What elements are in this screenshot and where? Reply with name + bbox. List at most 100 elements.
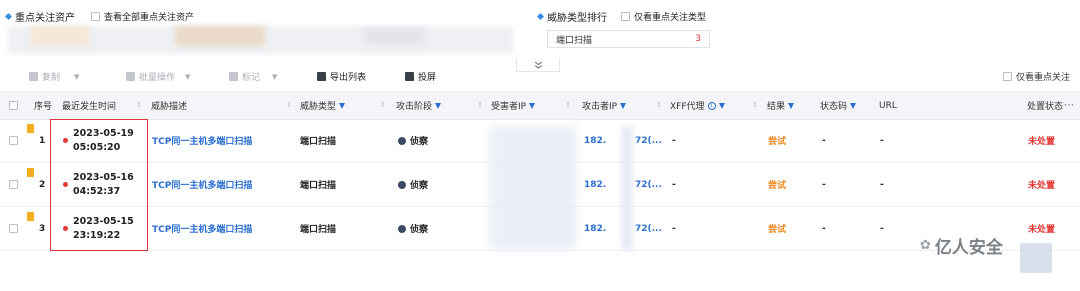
only-focus-types-checkbox[interactable] xyxy=(621,12,630,21)
only-focus-label: 仅看重点关注 xyxy=(1016,73,1071,83)
filter-icon[interactable] xyxy=(435,102,442,109)
watermark-text: 亿人安全 xyxy=(934,238,1003,258)
col-time-sorter[interactable]: ⇕ xyxy=(136,92,142,119)
row-checkbox[interactable] xyxy=(9,136,18,145)
tag-button[interactable]: 标记 ▼ xyxy=(229,70,277,83)
filter-icon[interactable] xyxy=(788,102,795,109)
filter-icon[interactable] xyxy=(529,102,536,109)
col-handle: 处置状态 xyxy=(1027,92,1063,119)
row-checkbox[interactable] xyxy=(9,180,18,189)
blurred-asset-2 xyxy=(175,26,265,46)
focus-flag-icon xyxy=(27,168,34,177)
row-attacker-ip-b[interactable]: 72(... xyxy=(635,163,662,206)
col-result[interactable]: 结果 xyxy=(767,92,795,119)
copy-button[interactable]: 复制 ▼ xyxy=(29,70,79,83)
threat-rank-item-count: 3 xyxy=(695,34,701,44)
row-attacker-ip-a[interactable]: 182. xyxy=(584,163,606,206)
col-victim-label: 受害者IP xyxy=(491,102,527,112)
copy-icon xyxy=(29,72,38,81)
export-label: 导出列表 xyxy=(330,73,367,83)
col-xff-sorter[interactable]: ⇕ xyxy=(752,92,758,119)
focus-flag-icon xyxy=(27,124,34,133)
recon-icon xyxy=(398,180,406,189)
export-list-button[interactable]: 导出列表 xyxy=(317,70,366,83)
blurred-victim-ip xyxy=(489,126,577,250)
col-seq: 序号 xyxy=(34,92,52,119)
col-victim[interactable]: 受害者IP xyxy=(491,92,536,119)
row-url: - xyxy=(880,135,884,146)
filter-icon[interactable] xyxy=(850,102,857,109)
col-victim-sorter[interactable]: ⇕ xyxy=(565,92,571,119)
select-all-checkbox[interactable] xyxy=(9,101,18,110)
col-url: URL xyxy=(879,92,897,119)
screen-cast-button[interactable]: 投屏 xyxy=(405,70,436,83)
sort-icon: ⇕ xyxy=(477,101,483,109)
batch-operation-button[interactable]: 批量操作 ▼ xyxy=(126,70,190,83)
row-desc-link[interactable]: TCP同一主机多端口扫描 xyxy=(152,207,252,250)
threat-rank-item[interactable]: 端口扫描 3 xyxy=(547,30,710,48)
recon-icon xyxy=(398,224,406,233)
filter-icon[interactable] xyxy=(339,102,346,109)
blurred-asset-1 xyxy=(30,26,90,46)
row-xff: - xyxy=(672,135,676,146)
row-stage: 侦察 xyxy=(398,163,428,206)
col-attacker-label: 攻击者IP xyxy=(582,102,618,112)
tag-label: 标记 xyxy=(242,73,261,83)
row-xff: - xyxy=(672,179,676,190)
col-attacker-sorter[interactable]: ⇕ xyxy=(656,92,662,119)
only-focus-types-label: 仅看重点关注类型 xyxy=(634,13,707,23)
col-time[interactable]: 最近发生时间 xyxy=(62,92,116,119)
row-url: - xyxy=(880,179,884,190)
row-attacker-ip-a[interactable]: 182. xyxy=(584,207,606,250)
show-all-focus-assets-label: 查看全部重点关注资产 xyxy=(104,13,195,23)
row-attacker-ip-b[interactable]: 72(... xyxy=(635,119,662,162)
row-attacker-ip-a[interactable]: 182. xyxy=(584,119,606,162)
only-focus-toggle[interactable]: 仅看重点关注 xyxy=(1003,70,1070,83)
col-result-label: 结果 xyxy=(767,102,786,112)
row-desc-link[interactable]: TCP同一主机多端口扫描 xyxy=(152,163,252,206)
threat-rank-header: 威胁类型排行 仅看重点关注类型 xyxy=(536,9,707,24)
more-columns-icon[interactable]: ⋯ xyxy=(1064,92,1074,119)
row-status-code: - xyxy=(822,223,826,234)
chevron-down-icon: ▼ xyxy=(272,72,278,81)
row-type: 端口扫描 xyxy=(300,137,337,147)
col-status-code[interactable]: 状态码 xyxy=(820,92,857,119)
only-focus-checkbox[interactable] xyxy=(1003,72,1012,81)
col-attacker[interactable]: 攻击者IP xyxy=(582,92,627,119)
col-url-label: URL xyxy=(879,100,897,111)
col-type-sorter[interactable]: ⇕ xyxy=(380,92,386,119)
sort-icon: ⇕ xyxy=(380,101,386,109)
copy-label: 复制 xyxy=(42,73,61,83)
highlight-box xyxy=(50,119,148,251)
collapse-toggle[interactable] xyxy=(516,58,560,72)
row-desc-link[interactable]: TCP同一主机多端口扫描 xyxy=(152,119,252,162)
row-handle-status[interactable]: 未处置 xyxy=(1028,163,1055,206)
floating-action-button[interactable] xyxy=(1020,243,1052,273)
row-stage-label: 侦察 xyxy=(410,137,429,147)
row-handle-status[interactable]: 未处置 xyxy=(1028,119,1055,162)
focus-assets-title: 重点关注资产 xyxy=(15,13,75,24)
col-xff[interactable]: XFF代理 i xyxy=(670,92,725,119)
sort-icon: ⇕ xyxy=(136,101,142,109)
col-desc-sorter[interactable]: ⇕ xyxy=(286,92,292,119)
info-icon[interactable]: i xyxy=(707,101,716,110)
col-time-label: 最近发生时间 xyxy=(62,102,117,112)
filter-icon[interactable] xyxy=(718,102,725,109)
row-attacker-ip-b[interactable]: 72(... xyxy=(635,207,662,250)
focus-flag-icon xyxy=(27,212,34,221)
col-stage-sorter[interactable]: ⇕ xyxy=(477,92,483,119)
threat-rank-title: 威胁类型排行 xyxy=(547,13,607,24)
export-icon xyxy=(317,72,326,81)
col-type[interactable]: 威胁类型 xyxy=(300,92,346,119)
row-status-code: - xyxy=(822,135,826,146)
focus-assets-header: 重点关注资产 查看全部重点关注资产 xyxy=(4,9,195,24)
chevron-down-icon: ▼ xyxy=(185,72,191,81)
row-checkbox[interactable] xyxy=(9,224,18,233)
filter-icon[interactable] xyxy=(620,102,627,109)
show-all-focus-assets-checkbox[interactable] xyxy=(91,12,100,21)
wechat-icon: ✿ xyxy=(920,238,931,253)
diamond-icon xyxy=(4,12,13,21)
col-status-code-label: 状态码 xyxy=(820,102,848,112)
col-stage[interactable]: 攻击阶段 xyxy=(396,92,442,119)
row-seq: 2 xyxy=(39,179,46,190)
